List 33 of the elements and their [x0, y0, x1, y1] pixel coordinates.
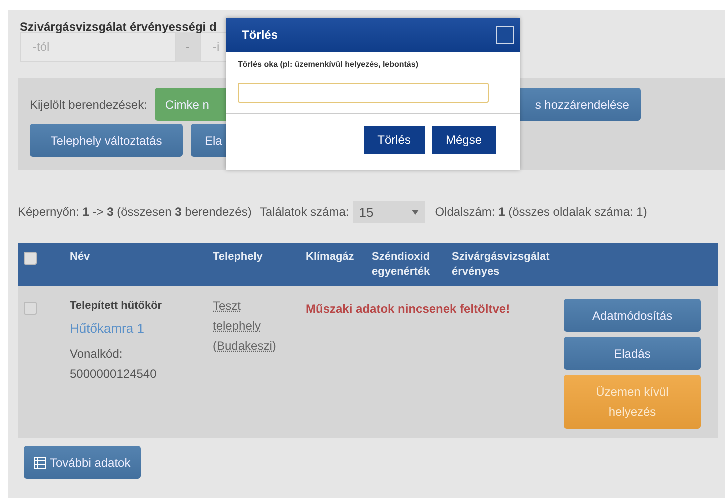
dialog-button[interactable]: Törlés	[364, 126, 425, 154]
select-all-checkbox[interactable]	[24, 252, 37, 265]
column-header: Telephely	[213, 251, 263, 263]
action-button[interactable]: Eladás	[564, 337, 701, 370]
action-button[interactable]: Adatmódosítás	[564, 299, 701, 332]
window-title: Szivárgásvizsgálat érvényességi d	[20, 20, 218, 34]
column-header: Név	[70, 251, 90, 263]
more-data-button[interactable]: További adatok	[24, 446, 141, 479]
per-page-select[interactable]: 15	[353, 201, 426, 223]
barcode-value: 5000000124540	[70, 366, 158, 383]
reason-label: Törlés oka (pl: üzemenkívül helyezés, lebontás)	[238, 60, 420, 69]
warning-text: Műszaki adatok nincsenek feltöltve!	[306, 302, 510, 316]
row-checkbox[interactable]	[24, 302, 37, 315]
per-page-label: Találatok száma:	[260, 205, 350, 219]
page-count-text: Oldalszám: 1 (összes oldalak száma: 1)	[435, 205, 648, 219]
column-header: Szivárgásvizsgálat érvényes	[452, 251, 550, 278]
range-text: Képernyőn: 1 -> 3 (összesen 3 berendezés)	[18, 205, 252, 219]
change-site-button[interactable]: Telephely változtatás	[30, 124, 183, 157]
site-link[interactable]: Teszt telephely (Budakeszi)	[213, 296, 283, 356]
close-icon[interactable]	[496, 26, 514, 44]
dialog-button[interactable]: Mégse	[432, 126, 496, 154]
column-header: Széndioxid egyenérték	[372, 251, 430, 278]
device-type: Telepített hűtőkör	[70, 300, 164, 312]
reason-field[interactable]	[238, 83, 489, 103]
column-header: Klímagáz	[306, 251, 354, 263]
toolbar-label: Kijelölt berendezések:	[30, 98, 148, 112]
caret-icon	[412, 210, 420, 214]
range-separator: -	[176, 32, 200, 62]
date-from-field[interactable]: -tól	[20, 32, 176, 62]
device-name-link[interactable]: Hűtőkamra 1	[70, 321, 213, 336]
barcode-label: Vonalkód:	[70, 346, 124, 363]
table-icon	[34, 456, 46, 468]
dialog-title: Törlés	[242, 28, 278, 42]
